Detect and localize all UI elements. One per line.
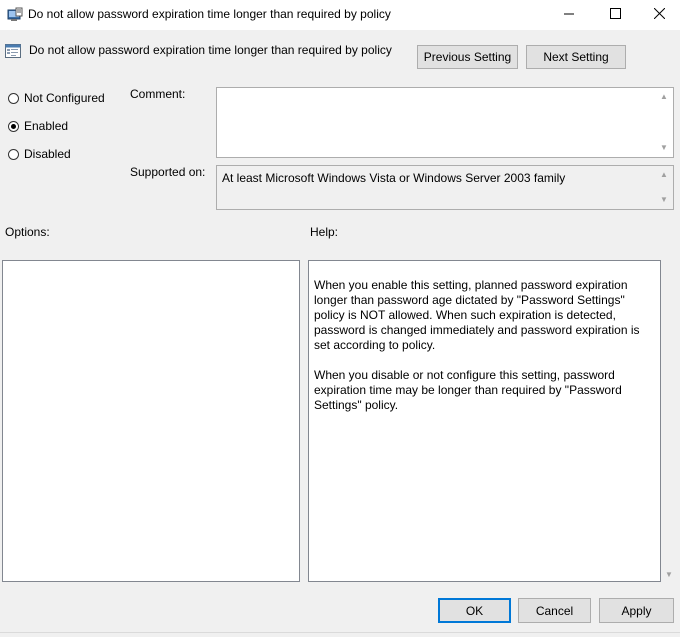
- cancel-button[interactable]: Cancel: [518, 598, 591, 623]
- help-text: When you enable this setting, planned pa…: [314, 278, 657, 428]
- radio-disabled[interactable]: Disabled: [8, 145, 71, 163]
- close-button[interactable]: [636, 0, 680, 30]
- help-paragraph: When you enable this setting, planned pa…: [314, 278, 640, 352]
- radio-button[interactable]: [8, 92, 19, 104]
- options-label: Options:: [5, 225, 50, 239]
- comment-label: Comment:: [130, 87, 186, 101]
- radio-enabled[interactable]: Enabled: [8, 117, 68, 135]
- radio-label: Not Configured: [24, 91, 105, 105]
- close-icon: [653, 7, 665, 22]
- radio-label: Disabled: [24, 147, 71, 161]
- supported-scrollbar[interactable]: ▲ ▼: [656, 166, 673, 209]
- policy-setting-icon: [5, 43, 21, 59]
- window-title: Do not allow password expiration time lo…: [28, 7, 391, 21]
- help-scroll-down-icon[interactable]: ▼: [665, 570, 673, 579]
- scroll-down-icon[interactable]: ▼: [660, 196, 668, 204]
- minimize-icon: [564, 8, 574, 22]
- options-pane: [2, 260, 300, 582]
- next-setting-button[interactable]: Next Setting: [526, 45, 626, 69]
- comment-scrollbar[interactable]: ▲ ▼: [656, 88, 673, 157]
- radio-not-configured[interactable]: Not Configured: [8, 89, 105, 107]
- comment-textarea[interactable]: ▲ ▼: [216, 87, 674, 158]
- radio-label: Enabled: [24, 119, 69, 133]
- supported-on-value: At least Microsoft Windows Vista or Wind…: [222, 171, 566, 185]
- scroll-up-icon[interactable]: ▲: [660, 93, 668, 101]
- radio-button[interactable]: [8, 148, 19, 160]
- scroll-up-icon[interactable]: ▲: [660, 171, 668, 179]
- maximize-button[interactable]: [592, 0, 638, 30]
- policy-name: Do not allow password expiration time lo…: [29, 43, 392, 57]
- supported-on-field: At least Microsoft Windows Vista or Wind…: [216, 165, 674, 210]
- apply-button[interactable]: Apply: [599, 598, 674, 623]
- help-paragraph: When you disable or not configure this s…: [314, 368, 622, 412]
- policy-editor-icon: [7, 7, 23, 23]
- previous-setting-button[interactable]: Previous Setting: [417, 45, 518, 69]
- scroll-down-icon[interactable]: ▼: [660, 144, 668, 152]
- supported-on-label: Supported on:: [130, 165, 206, 179]
- radio-button[interactable]: [8, 120, 19, 132]
- bottom-border: [0, 632, 680, 633]
- ok-button[interactable]: OK: [438, 598, 511, 623]
- maximize-icon: [609, 8, 621, 22]
- help-pane: When you enable this setting, planned pa…: [308, 260, 661, 582]
- help-label: Help:: [310, 225, 339, 239]
- minimize-button[interactable]: [546, 0, 592, 30]
